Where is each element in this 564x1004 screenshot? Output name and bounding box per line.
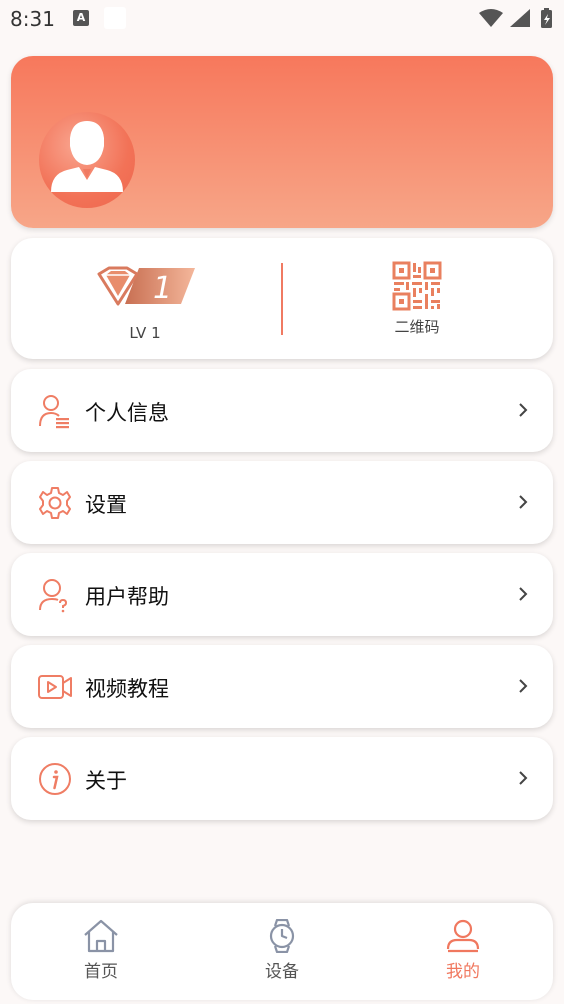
bottom-nav: 首页 设备 我的 [11,903,553,1000]
menu-item-personal-info[interactable]: 个人信息 [11,369,553,452]
watch-icon [269,919,295,953]
level-badge-number: 1 [153,271,172,306]
divider [281,263,283,335]
menu-item-user-help[interactable]: 用户帮助 [11,553,553,636]
menu-item-about[interactable]: 关于 [11,737,553,820]
home-icon [84,919,118,953]
chevron-right-icon [518,494,528,514]
qr-code-label: 二维码 [394,318,440,336]
notification-icon: A [73,10,89,26]
nav-label-home: 首页 [84,962,118,982]
gear-icon [37,485,73,521]
nav-item-home[interactable]: 首页 [61,919,141,982]
status-time: 8:31 [10,7,55,31]
nav-label-mine: 我的 [446,962,480,982]
level-label: LV 1 [129,324,161,342]
menu-item-label: 关于 [85,769,127,793]
menu-item-video-tutorial[interactable]: 视频教程 [11,645,553,728]
avatar-person-icon [51,121,123,192]
menu-item-settings[interactable]: 设置 [11,461,553,544]
chevron-right-icon [518,770,528,790]
level-badge[interactable]: 1 [97,266,197,312]
qr-code-icon[interactable] [392,261,442,315]
signal-battery-icons [479,8,552,28]
chevron-right-icon [518,402,528,422]
qr-code-graphic [392,261,442,311]
video-icon [37,669,73,705]
info-icon [37,761,73,797]
nav-item-device[interactable]: 设备 [242,919,322,982]
nav-item-mine[interactable]: 我的 [423,919,503,982]
chevron-right-icon [518,678,528,698]
menu-item-label: 设置 [85,493,127,517]
diamond-level-icon: 1 [97,266,195,306]
user-help-icon [37,577,73,613]
level-card: 1 LV 1 二维码 [11,238,553,359]
person-icon [446,919,480,953]
avatar[interactable] [39,112,135,208]
status-icons [476,6,556,34]
menu-item-label: 个人信息 [85,401,169,425]
chevron-right-icon [518,586,528,606]
status-bar: 8:31 A [0,0,564,40]
nav-label-device: 设备 [265,962,299,982]
notification-square-icon [104,7,126,29]
user-info-icon [37,393,73,429]
menu-item-label: 用户帮助 [85,585,169,609]
profile-header [11,56,553,228]
menu-item-label: 视频教程 [85,677,169,701]
